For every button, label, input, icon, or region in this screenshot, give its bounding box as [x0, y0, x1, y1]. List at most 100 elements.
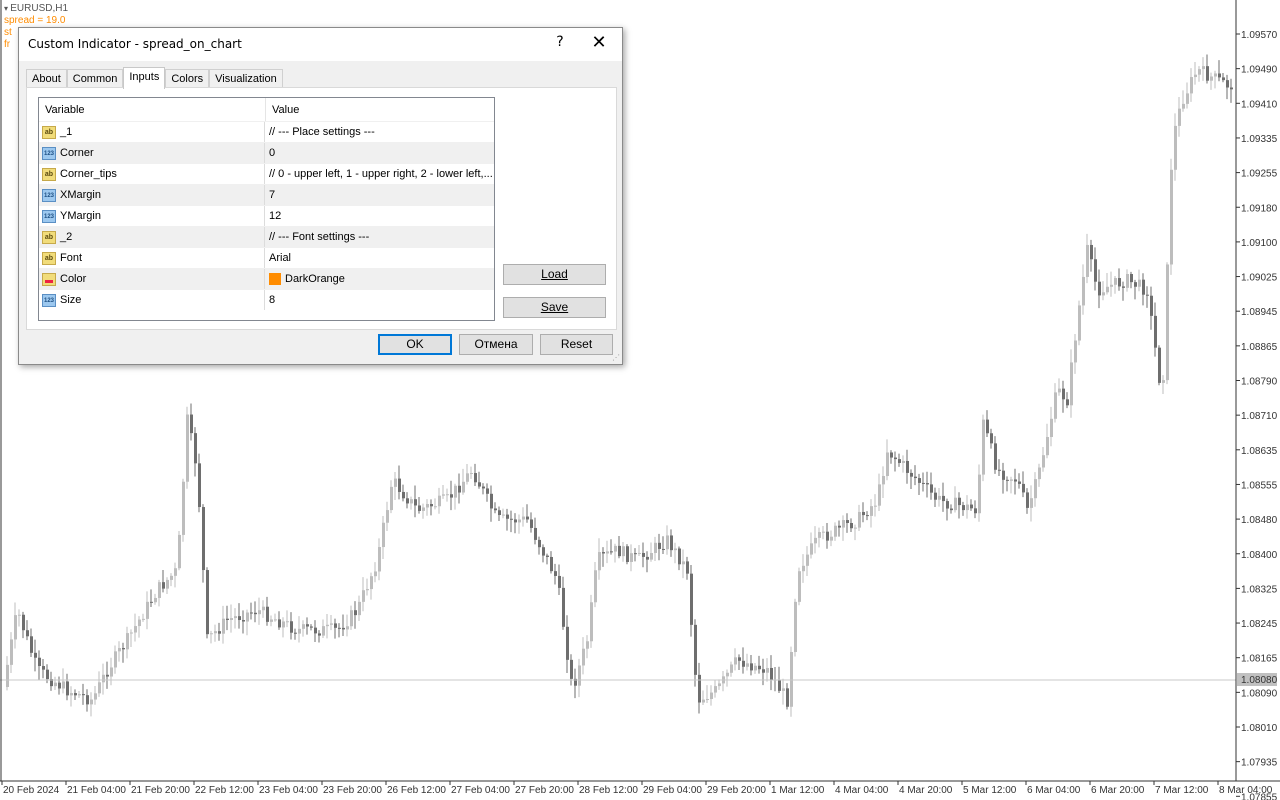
candle-body — [738, 657, 741, 661]
candle-body — [14, 615, 17, 640]
candle-body — [202, 507, 205, 571]
time-tick-label: 7 Mar 12:00 — [1155, 785, 1209, 796]
candle-body — [666, 535, 669, 550]
candle-body — [182, 481, 185, 535]
input-row-corner[interactable]: 123 Corner 0 — [39, 142, 494, 163]
time-tick-label: 21 Feb 04:00 — [67, 785, 126, 796]
price-tick-label: 1.08865 — [1241, 342, 1278, 353]
candle-body — [458, 485, 461, 493]
candle-body — [862, 511, 865, 516]
column-header-value[interactable]: Value — [266, 98, 299, 121]
candle-body — [94, 693, 97, 700]
value-cell[interactable]: 7 — [265, 185, 494, 205]
candle-body — [630, 553, 633, 562]
candle-body — [282, 621, 285, 628]
candle-body — [246, 612, 249, 622]
candle-body — [298, 628, 301, 634]
candle-body — [1102, 292, 1105, 296]
input-row-xmargin[interactable]: 123 XMargin 7 — [39, 184, 494, 205]
candle-body — [34, 652, 37, 658]
candle-body — [834, 525, 837, 537]
value-cell[interactable]: DarkOrange — [265, 269, 494, 289]
close-button[interactable]: ✕ — [587, 32, 611, 54]
input-row-font[interactable]: ab Font Arial — [39, 247, 494, 268]
string-type-icon: ab — [42, 230, 56, 244]
candle-body — [542, 547, 545, 556]
value-cell[interactable]: 8 — [265, 290, 494, 310]
candle-body — [186, 414, 189, 482]
candle-body — [122, 648, 125, 650]
custom-indicator-dialog: Custom Indicator - spread_on_chart ? ✕ A… — [18, 27, 623, 365]
input-row-corner-tips[interactable]: ab Corner_tips // 0 - upper left, 1 - upp… — [39, 163, 494, 184]
price-tick-label: 1.09180 — [1241, 203, 1278, 214]
tab-colors[interactable]: Colors — [165, 69, 210, 89]
candle-body — [18, 614, 21, 616]
candle-body — [634, 553, 637, 555]
value-text: 0 — [269, 147, 276, 159]
candle-body — [846, 520, 849, 523]
tab-inputs[interactable]: Inputs — [123, 67, 166, 89]
candle-body — [378, 547, 381, 572]
candle-body — [1182, 103, 1185, 109]
value-cell[interactable]: // 0 - upper left, 1 - upper right, 2 - … — [265, 164, 494, 184]
candle-body — [98, 682, 101, 694]
candle-body — [462, 481, 465, 493]
input-row-size[interactable]: 123 Size 8 — [39, 289, 494, 310]
candle-body — [1078, 305, 1081, 341]
candle-body — [642, 552, 645, 557]
candle-body — [1170, 169, 1173, 265]
color-swatch[interactable] — [269, 273, 281, 285]
candle-body — [1130, 273, 1133, 283]
price-tick-label: 1.08090 — [1241, 688, 1278, 699]
candle-body — [170, 575, 173, 580]
value-text: 12 — [269, 210, 282, 222]
input-row-color[interactable]: Color DarkOrange — [39, 268, 494, 289]
input-row-_2[interactable]: ab _2 // --- Font settings --- — [39, 226, 494, 247]
candle-body — [142, 618, 145, 620]
candle-body — [58, 682, 61, 689]
value-cell[interactable]: 0 — [265, 143, 494, 163]
candle-body — [974, 508, 977, 514]
candle-body — [434, 506, 437, 508]
candle-body — [826, 531, 829, 541]
column-header-variable[interactable]: Variable — [39, 98, 266, 121]
price-tick-label: 1.08165 — [1241, 654, 1278, 665]
tab-common[interactable]: Common — [66, 69, 124, 89]
save-button[interactable]: Save — [503, 297, 606, 318]
candle-body — [474, 473, 477, 483]
tab-about[interactable]: About — [26, 69, 67, 89]
candle-body — [730, 664, 733, 673]
time-tick-label: 20 Feb 2024 — [3, 785, 60, 796]
resize-grip-icon[interactable]: ⋰ — [612, 354, 620, 362]
price-tick-label: 1.09570 — [1241, 30, 1278, 41]
ok-button[interactable]: OK — [378, 334, 452, 355]
candle-body — [1190, 77, 1193, 94]
load-button[interactable]: Load — [503, 264, 606, 285]
candle-body — [886, 452, 889, 477]
candle-body — [1030, 498, 1033, 508]
dialog-titlebar[interactable]: Custom Indicator - spread_on_chart ? ✕ — [19, 28, 622, 60]
candle-body — [694, 624, 697, 675]
value-cell[interactable]: Arial — [265, 248, 494, 268]
value-cell[interactable]: // --- Place settings --- — [265, 122, 494, 142]
tab-visualization[interactable]: Visualization — [209, 69, 283, 89]
cancel-button[interactable]: Отмена — [459, 334, 533, 355]
candle-body — [238, 616, 241, 621]
time-tick-label: 21 Feb 20:00 — [131, 785, 190, 796]
value-cell[interactable]: 12 — [265, 206, 494, 226]
candle-body — [54, 682, 57, 687]
candle-body — [874, 505, 877, 507]
input-row-ymargin[interactable]: 123 YMargin 12 — [39, 205, 494, 226]
candle-body — [1214, 73, 1217, 77]
candle-body — [134, 626, 137, 633]
help-button[interactable]: ? — [550, 34, 570, 54]
candle-body — [786, 688, 789, 707]
candle-body — [42, 666, 45, 670]
candle-body — [1050, 418, 1053, 438]
input-row-_1[interactable]: ab _1 // --- Place settings --- — [39, 121, 494, 142]
time-tick-label: 29 Feb 04:00 — [643, 785, 702, 796]
candle-body — [770, 667, 773, 680]
candle-body — [1166, 264, 1169, 381]
reset-button[interactable]: Reset — [540, 334, 613, 355]
value-cell[interactable]: // --- Font settings --- — [265, 227, 494, 247]
